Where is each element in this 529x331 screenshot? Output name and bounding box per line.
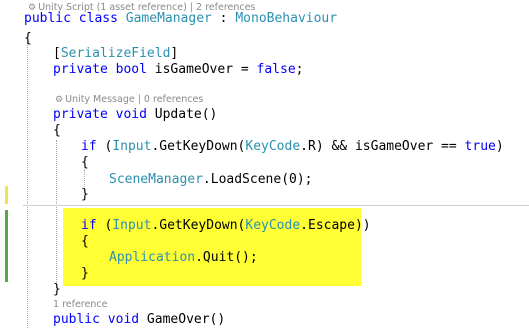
code-line-quit[interactable]: Application.Quit(); (109, 247, 258, 269)
keyword-public: public (24, 11, 71, 26)
paren: ( (96, 218, 113, 233)
indent-guide-method (56, 140, 57, 288)
inherit-colon: : (211, 11, 236, 26)
brace: } (81, 187, 89, 202)
change-marker-saved (5, 210, 8, 282)
code-line-open-brace[interactable]: { (81, 152, 89, 174)
method-call: .GetKeyDown( (151, 218, 246, 233)
method-name: GameOver() (139, 312, 226, 327)
keyword-false: false (256, 62, 296, 77)
code-line-close-brace[interactable]: } (81, 263, 89, 285)
type-input: Input (112, 218, 152, 233)
keyword-bool: bool (115, 62, 147, 77)
keyword-public: public (53, 312, 100, 327)
class-name: GameManager (125, 11, 212, 26)
code-line-open-brace[interactable]: { (53, 120, 61, 142)
change-marker-unsaved (5, 186, 8, 204)
paren-close: ) (495, 139, 504, 154)
code-line-open-brace[interactable]: { (24, 28, 32, 50)
keyword-void: void (107, 312, 140, 327)
code-line-open-brace[interactable]: { (81, 231, 89, 253)
code-line-if-escape[interactable]: if (Input.GetKeyDown(KeyCode.Escape)) (81, 215, 371, 237)
keyword-true: true (464, 139, 496, 154)
condition-text: .R) && isGameOver == (300, 139, 465, 154)
method-name: Update() (146, 107, 218, 122)
brace: } (53, 282, 61, 297)
base-class-name: MonoBehaviour (235, 11, 338, 26)
condition-text: .Escape)) (300, 218, 371, 233)
paren: ( (96, 139, 113, 154)
type-keycode: KeyCode (245, 139, 301, 154)
code-line-load-scene[interactable]: SceneManager.LoadScene(0); (109, 169, 313, 191)
method-call: .Quit(); (195, 250, 258, 265)
code-line-if-restart[interactable]: if (Input.GetKeyDown(KeyCode.R) && isGam… (81, 136, 504, 158)
current-line-indicator (23, 205, 529, 206)
code-line-class-declaration[interactable]: public class GameManager : MonoBehaviour (24, 8, 337, 30)
type-scenemanager: SceneManager (109, 172, 203, 187)
method-call: .LoadScene(0); (202, 172, 313, 187)
brace: { (24, 31, 32, 46)
type-keycode: KeyCode (245, 218, 301, 233)
indent-guide-class (27, 42, 28, 328)
code-line-close-brace[interactable]: } (81, 184, 89, 206)
type-application: Application (109, 250, 196, 265)
brace: { (81, 155, 89, 170)
type-input: Input (112, 139, 152, 154)
brace: { (81, 234, 89, 249)
method-call: .GetKeyDown( (151, 139, 246, 154)
brace: } (81, 266, 89, 281)
keyword-void: void (115, 107, 147, 122)
code-line-update-declaration[interactable]: private void Update() (53, 104, 217, 126)
field-name: isGameOver = (146, 62, 257, 77)
keyword-private: private (53, 107, 108, 122)
keyword-private: private (53, 62, 108, 77)
brace: { (53, 123, 61, 138)
keyword-class: class (78, 11, 118, 26)
code-line-field[interactable]: private bool isGameOver = false; (53, 59, 303, 81)
semicolon: ; (295, 62, 304, 77)
